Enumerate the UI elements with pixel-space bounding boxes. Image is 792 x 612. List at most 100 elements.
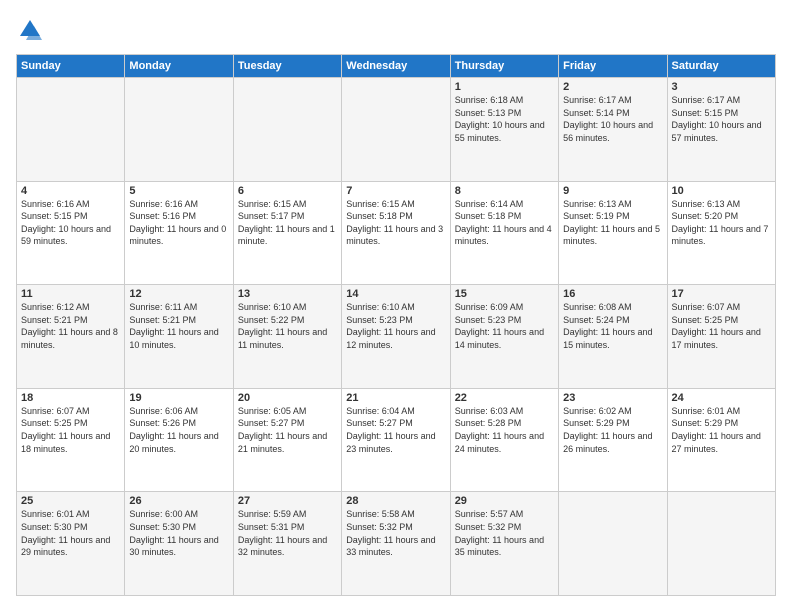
day-number: 21 [346, 392, 445, 404]
day-number: 20 [238, 392, 337, 404]
calendar-cell-5-1: 25Sunrise: 6:01 AM Sunset: 5:30 PM Dayli… [17, 492, 125, 596]
day-info: Sunrise: 6:13 AM Sunset: 5:20 PM Dayligh… [672, 198, 771, 248]
calendar-cell-4-4: 21Sunrise: 6:04 AM Sunset: 5:27 PM Dayli… [342, 388, 450, 492]
logo-icon [16, 16, 44, 44]
calendar-cell-2-5: 8Sunrise: 6:14 AM Sunset: 5:18 PM Daylig… [450, 181, 558, 285]
calendar-cell-2-7: 10Sunrise: 6:13 AM Sunset: 5:20 PM Dayli… [667, 181, 775, 285]
calendar-week-4: 18Sunrise: 6:07 AM Sunset: 5:25 PM Dayli… [17, 388, 776, 492]
calendar-cell-1-6: 2Sunrise: 6:17 AM Sunset: 5:14 PM Daylig… [559, 78, 667, 182]
calendar-cell-1-7: 3Sunrise: 6:17 AM Sunset: 5:15 PM Daylig… [667, 78, 775, 182]
calendar-cell-3-7: 17Sunrise: 6:07 AM Sunset: 5:25 PM Dayli… [667, 285, 775, 389]
day-info: Sunrise: 6:04 AM Sunset: 5:27 PM Dayligh… [346, 405, 445, 455]
calendar-cell-2-6: 9Sunrise: 6:13 AM Sunset: 5:19 PM Daylig… [559, 181, 667, 285]
calendar-week-5: 25Sunrise: 6:01 AM Sunset: 5:30 PM Dayli… [17, 492, 776, 596]
day-info: Sunrise: 6:07 AM Sunset: 5:25 PM Dayligh… [21, 405, 120, 455]
calendar-cell-3-1: 11Sunrise: 6:12 AM Sunset: 5:21 PM Dayli… [17, 285, 125, 389]
day-number: 10 [672, 185, 771, 197]
day-number: 15 [455, 288, 554, 300]
calendar-cell-3-4: 14Sunrise: 6:10 AM Sunset: 5:23 PM Dayli… [342, 285, 450, 389]
day-info: Sunrise: 5:59 AM Sunset: 5:31 PM Dayligh… [238, 508, 337, 558]
calendar-header-saturday: Saturday [667, 55, 775, 78]
day-number: 16 [563, 288, 662, 300]
calendar-header-sunday: Sunday [17, 55, 125, 78]
day-info: Sunrise: 6:00 AM Sunset: 5:30 PM Dayligh… [129, 508, 228, 558]
day-number: 29 [455, 495, 554, 507]
calendar-cell-1-1 [17, 78, 125, 182]
calendar-cell-5-4: 28Sunrise: 5:58 AM Sunset: 5:32 PM Dayli… [342, 492, 450, 596]
calendar-header-tuesday: Tuesday [233, 55, 341, 78]
calendar-cell-4-7: 24Sunrise: 6:01 AM Sunset: 5:29 PM Dayli… [667, 388, 775, 492]
calendar-table: SundayMondayTuesdayWednesdayThursdayFrid… [16, 54, 776, 596]
calendar-cell-5-3: 27Sunrise: 5:59 AM Sunset: 5:31 PM Dayli… [233, 492, 341, 596]
day-info: Sunrise: 6:05 AM Sunset: 5:27 PM Dayligh… [238, 405, 337, 455]
page: SundayMondayTuesdayWednesdayThursdayFrid… [0, 0, 792, 612]
calendar-cell-1-3 [233, 78, 341, 182]
day-number: 7 [346, 185, 445, 197]
calendar-header-friday: Friday [559, 55, 667, 78]
day-number: 11 [21, 288, 120, 300]
day-info: Sunrise: 6:15 AM Sunset: 5:17 PM Dayligh… [238, 198, 337, 248]
calendar-cell-2-4: 7Sunrise: 6:15 AM Sunset: 5:18 PM Daylig… [342, 181, 450, 285]
calendar-cell-3-3: 13Sunrise: 6:10 AM Sunset: 5:22 PM Dayli… [233, 285, 341, 389]
calendar-cell-4-3: 20Sunrise: 6:05 AM Sunset: 5:27 PM Dayli… [233, 388, 341, 492]
day-number: 25 [21, 495, 120, 507]
day-number: 23 [563, 392, 662, 404]
calendar-cell-5-5: 29Sunrise: 5:57 AM Sunset: 5:32 PM Dayli… [450, 492, 558, 596]
day-number: 5 [129, 185, 228, 197]
calendar-cell-1-2 [125, 78, 233, 182]
logo [16, 16, 48, 44]
calendar-header-thursday: Thursday [450, 55, 558, 78]
day-info: Sunrise: 6:18 AM Sunset: 5:13 PM Dayligh… [455, 94, 554, 144]
day-number: 6 [238, 185, 337, 197]
day-info: Sunrise: 6:10 AM Sunset: 5:22 PM Dayligh… [238, 301, 337, 351]
day-info: Sunrise: 6:17 AM Sunset: 5:14 PM Dayligh… [563, 94, 662, 144]
day-number: 18 [21, 392, 120, 404]
calendar-cell-4-6: 23Sunrise: 6:02 AM Sunset: 5:29 PM Dayli… [559, 388, 667, 492]
calendar-header-monday: Monday [125, 55, 233, 78]
day-number: 3 [672, 81, 771, 93]
day-number: 17 [672, 288, 771, 300]
calendar-cell-3-2: 12Sunrise: 6:11 AM Sunset: 5:21 PM Dayli… [125, 285, 233, 389]
calendar-week-3: 11Sunrise: 6:12 AM Sunset: 5:21 PM Dayli… [17, 285, 776, 389]
calendar-cell-4-5: 22Sunrise: 6:03 AM Sunset: 5:28 PM Dayli… [450, 388, 558, 492]
day-info: Sunrise: 6:15 AM Sunset: 5:18 PM Dayligh… [346, 198, 445, 248]
day-info: Sunrise: 6:06 AM Sunset: 5:26 PM Dayligh… [129, 405, 228, 455]
day-info: Sunrise: 6:16 AM Sunset: 5:15 PM Dayligh… [21, 198, 120, 248]
day-number: 27 [238, 495, 337, 507]
day-number: 14 [346, 288, 445, 300]
calendar-cell-5-7 [667, 492, 775, 596]
calendar-week-1: 1Sunrise: 6:18 AM Sunset: 5:13 PM Daylig… [17, 78, 776, 182]
day-info: Sunrise: 6:07 AM Sunset: 5:25 PM Dayligh… [672, 301, 771, 351]
day-info: Sunrise: 6:09 AM Sunset: 5:23 PM Dayligh… [455, 301, 554, 351]
calendar-header-wednesday: Wednesday [342, 55, 450, 78]
day-info: Sunrise: 6:12 AM Sunset: 5:21 PM Dayligh… [21, 301, 120, 351]
day-number: 24 [672, 392, 771, 404]
day-info: Sunrise: 6:11 AM Sunset: 5:21 PM Dayligh… [129, 301, 228, 351]
day-number: 9 [563, 185, 662, 197]
calendar-cell-5-2: 26Sunrise: 6:00 AM Sunset: 5:30 PM Dayli… [125, 492, 233, 596]
day-number: 19 [129, 392, 228, 404]
day-info: Sunrise: 6:17 AM Sunset: 5:15 PM Dayligh… [672, 94, 771, 144]
day-number: 28 [346, 495, 445, 507]
day-info: Sunrise: 5:57 AM Sunset: 5:32 PM Dayligh… [455, 508, 554, 558]
calendar-cell-3-6: 16Sunrise: 6:08 AM Sunset: 5:24 PM Dayli… [559, 285, 667, 389]
day-number: 1 [455, 81, 554, 93]
day-number: 12 [129, 288, 228, 300]
day-info: Sunrise: 6:02 AM Sunset: 5:29 PM Dayligh… [563, 405, 662, 455]
day-info: Sunrise: 6:01 AM Sunset: 5:30 PM Dayligh… [21, 508, 120, 558]
calendar-cell-2-2: 5Sunrise: 6:16 AM Sunset: 5:16 PM Daylig… [125, 181, 233, 285]
header [16, 16, 776, 44]
day-info: Sunrise: 5:58 AM Sunset: 5:32 PM Dayligh… [346, 508, 445, 558]
day-number: 13 [238, 288, 337, 300]
day-info: Sunrise: 6:03 AM Sunset: 5:28 PM Dayligh… [455, 405, 554, 455]
day-info: Sunrise: 6:10 AM Sunset: 5:23 PM Dayligh… [346, 301, 445, 351]
calendar-cell-3-5: 15Sunrise: 6:09 AM Sunset: 5:23 PM Dayli… [450, 285, 558, 389]
calendar-cell-2-1: 4Sunrise: 6:16 AM Sunset: 5:15 PM Daylig… [17, 181, 125, 285]
day-number: 22 [455, 392, 554, 404]
calendar-week-2: 4Sunrise: 6:16 AM Sunset: 5:15 PM Daylig… [17, 181, 776, 285]
calendar-cell-4-2: 19Sunrise: 6:06 AM Sunset: 5:26 PM Dayli… [125, 388, 233, 492]
day-info: Sunrise: 6:13 AM Sunset: 5:19 PM Dayligh… [563, 198, 662, 248]
day-number: 26 [129, 495, 228, 507]
calendar-cell-2-3: 6Sunrise: 6:15 AM Sunset: 5:17 PM Daylig… [233, 181, 341, 285]
calendar-cell-5-6 [559, 492, 667, 596]
